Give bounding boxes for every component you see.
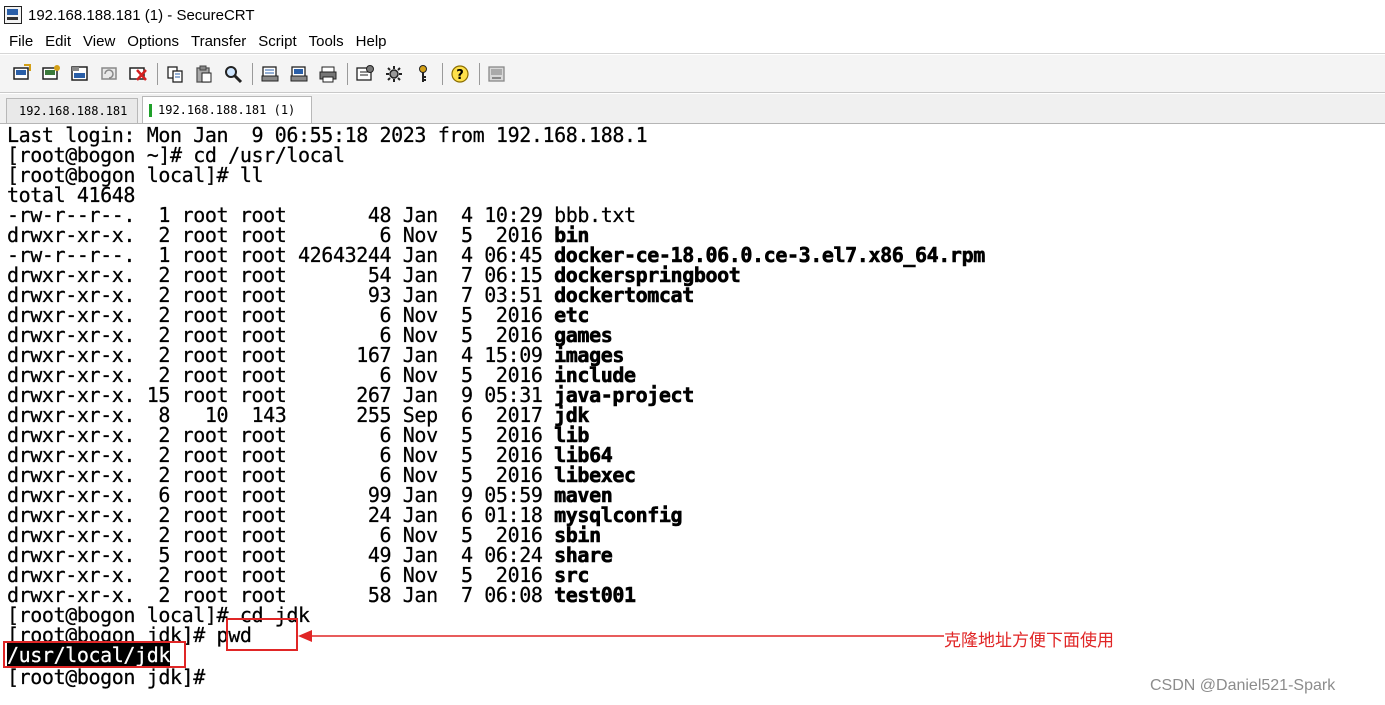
title-bar: 192.168.188.181 (1) - SecureCRT [0, 0, 1385, 30]
securecrt-app-icon[interactable] [4, 6, 22, 24]
listing-row: drwxr-xr-x. 2 root root 54 Jan 7 06:15 d… [7, 263, 741, 287]
listing-row: drwxr-xr-x. 2 root root 6 Nov 5 2016 inc… [7, 363, 636, 387]
menu-script[interactable]: Script [253, 33, 303, 50]
terminal-view[interactable]: Last login: Mon Jan 9 06:55:18 2023 from… [0, 124, 1385, 705]
listing-row: -rw-r--r--. 1 root root 42643244 Jan 4 0… [7, 243, 986, 267]
annotation-arrow [298, 630, 944, 642]
listing-row: -rw-r--r--. 1 root root 48 Jan 4 10:29 b… [7, 203, 636, 227]
tab-label: 192.168.188.181 (1) [158, 103, 296, 117]
print-selection-icon[interactable] [287, 62, 311, 86]
session-options-icon[interactable] [353, 62, 377, 86]
listing-row: drwxr-xr-x. 2 root root 93 Jan 7 03:51 d… [7, 283, 695, 307]
copy-icon[interactable] [163, 62, 187, 86]
printer-setup-icon[interactable] [316, 62, 340, 86]
tab-session-1[interactable]: 192.168.188.181 [6, 98, 138, 123]
listing-row: drwxr-xr-x. 2 root root 24 Jan 6 01:18 m… [7, 503, 683, 527]
toolbar-separator [347, 62, 348, 85]
connect-in-tab-icon[interactable] [68, 62, 92, 86]
listing-row: drwxr-xr-x. 2 root root 6 Nov 5 2016 src [7, 563, 590, 587]
listing-row: drwxr-xr-x. 5 root root 49 Jan 4 06:24 s… [7, 543, 613, 567]
menu-bar: File Edit View Options Transfer Script T… [0, 30, 1385, 54]
session-tab-bar: 192.168.188.181 192.168.188.181 (1) [0, 94, 1385, 124]
csdn-watermark: CSDN @Daniel521-Spark [1150, 677, 1336, 694]
toolbar-separator [442, 62, 443, 85]
quick-connect-icon[interactable] [39, 62, 63, 86]
paste-icon[interactable] [192, 62, 216, 86]
listing-row: drwxr-xr-x. 2 root root 6 Nov 5 2016 lib… [7, 463, 636, 487]
listing-row: drwxr-xr-x. 2 root root 6 Nov 5 2016 sbi… [7, 523, 602, 547]
listing-row: drwxr-xr-x. 2 root root 6 Nov 5 2016 gam… [7, 323, 613, 347]
disconnect-icon[interactable] [126, 62, 150, 86]
listing-row: drwxr-xr-x. 15 root root 267 Jan 9 05:31… [7, 383, 695, 407]
pwd-output-highlight-box [3, 641, 186, 668]
menu-help[interactable]: Help [351, 33, 394, 50]
window-title: 192.168.188.181 (1) - SecureCRT [28, 6, 255, 24]
terminal-line: [root@bogon jdk]# [7, 665, 206, 689]
print-icon[interactable] [258, 62, 282, 86]
connect-icon[interactable] [10, 62, 34, 86]
annotation-text: 克隆地址方便下面使用 [944, 631, 1114, 651]
listing-row: drwxr-xr-x. 2 root root 6 Nov 5 2016 lib… [7, 443, 613, 467]
toolbar: ? [0, 55, 1385, 93]
listing-row: drwxr-xr-x. 2 root root 6 Nov 5 2016 bin [7, 223, 590, 247]
listing-row: drwxr-xr-x. 2 root root 6 Nov 5 2016 lib [7, 423, 590, 447]
reconnect-icon[interactable] [97, 62, 121, 86]
tab-label: 192.168.188.181 [19, 104, 128, 118]
pwd-command-highlight-box [226, 618, 298, 651]
listing-row: drwxr-xr-x. 6 root root 99 Jan 9 05:59 m… [7, 483, 613, 507]
terminal-line: Last login: Mon Jan 9 06:55:18 2023 from… [7, 124, 648, 147]
svg-text:?: ? [456, 68, 464, 83]
keymap-icon[interactable] [411, 62, 435, 86]
listing-row: drwxr-xr-x. 8 10 143 255 Sep 6 2017 jdk [7, 403, 590, 427]
menu-tools[interactable]: Tools [304, 33, 351, 50]
terminal-line: [root@bogon local]# ll [7, 163, 264, 187]
sftp-icon[interactable] [485, 62, 509, 86]
listing-row: drwxr-xr-x. 2 root root 58 Jan 7 06:08 t… [7, 583, 636, 607]
tab-session-2[interactable]: 192.168.188.181 (1) [142, 96, 312, 123]
terminal-line: total 41648 [7, 183, 136, 207]
listing-row: drwxr-xr-x. 2 root root 6 Nov 5 2016 etc [7, 303, 590, 327]
terminal-line: [root@bogon ~]# cd /usr/local [7, 143, 345, 167]
help-icon[interactable]: ? [448, 62, 472, 86]
toolbar-separator [252, 62, 253, 85]
toolbar-separator [157, 62, 158, 85]
menu-options[interactable]: Options [122, 33, 186, 50]
global-options-icon[interactable] [382, 62, 406, 86]
find-icon[interactable] [221, 62, 245, 86]
menu-view[interactable]: View [78, 33, 122, 50]
menu-transfer[interactable]: Transfer [186, 33, 253, 50]
menu-edit[interactable]: Edit [40, 33, 78, 50]
connection-status-indicator [149, 103, 152, 117]
listing-row: drwxr-xr-x. 2 root root 167 Jan 4 15:09 … [7, 343, 625, 367]
toolbar-separator [479, 62, 480, 85]
menu-file[interactable]: File [4, 33, 40, 50]
